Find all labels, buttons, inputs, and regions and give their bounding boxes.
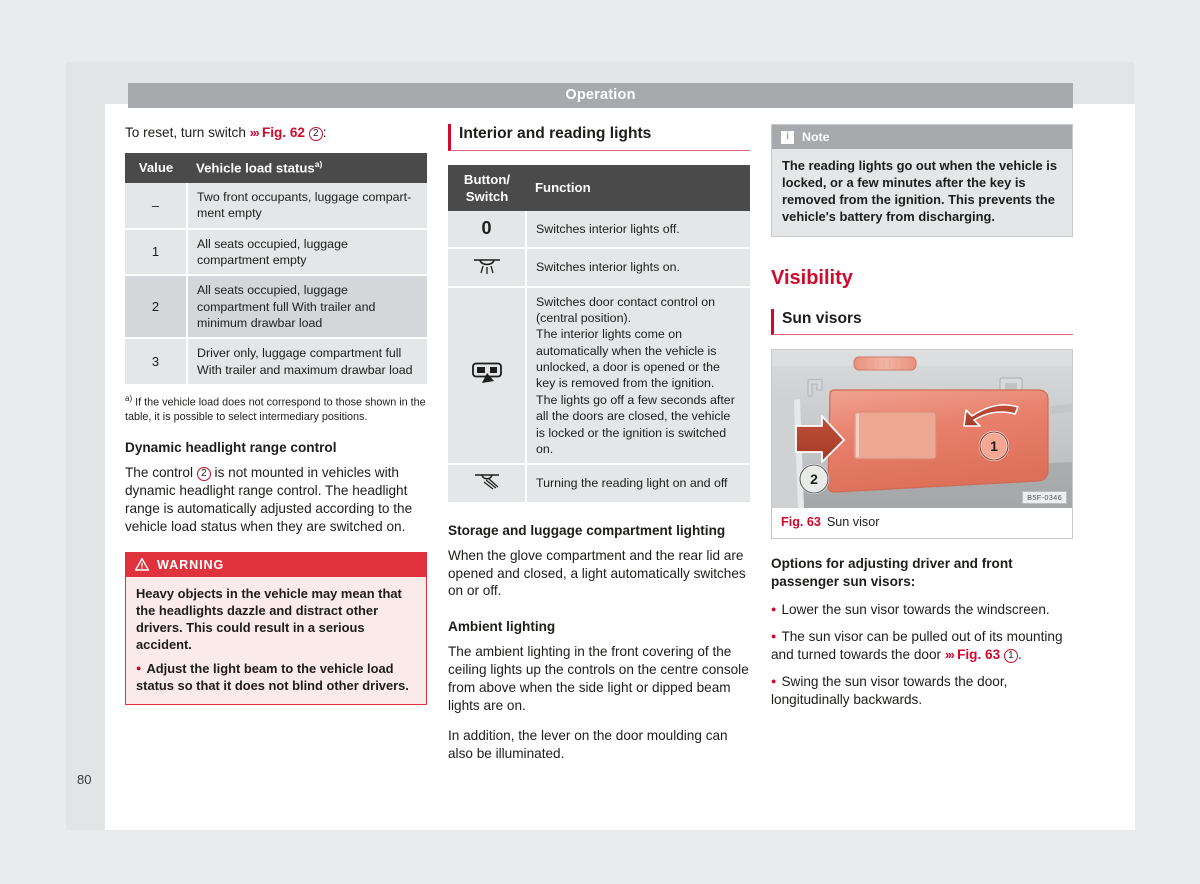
figure-reference-link[interactable]: Fig. 62: [262, 125, 305, 140]
note-body: The reading lights go out when the vehic…: [772, 149, 1072, 236]
subheading-ambient-lighting: Ambient lighting: [448, 619, 556, 635]
bullet-text-b: .: [1017, 646, 1022, 662]
warning-header: WARNING: [126, 552, 426, 578]
page-root: Operation 80 To reset, turn switch ››› F…: [0, 0, 1200, 884]
reading-light-icon: [474, 474, 499, 490]
interior-light-icon: [473, 259, 500, 275]
page-number: 80: [77, 772, 92, 787]
column-header-button-switch-text: Button/ Switch: [463, 171, 511, 204]
ambient-lighting-paragraph-1: The ambient lighting in the front coveri…: [448, 644, 749, 714]
column-header-button-switch: Button/ Switch: [448, 164, 526, 212]
table-row: – Two front occupants, luggage compart-m…: [125, 182, 427, 230]
section-heading-interior-lights: Interior and reading lights: [448, 124, 750, 151]
section-heading-sun-visors: Sun visors: [771, 308, 1073, 336]
column-header-load-status: Vehicle load statusa): [187, 152, 427, 183]
figure-number: Fig. 63: [781, 515, 821, 530]
column-right: i Note The reading lights go out when th…: [771, 124, 1073, 709]
figure-code-label: B5F-0346: [1022, 490, 1067, 505]
svg-text:2: 2: [810, 471, 818, 487]
cell-function: Switches interior lights on.: [526, 248, 750, 288]
cell-value: 3: [125, 338, 188, 387]
table-row: 3 Driver only, luggage compartment full …: [125, 338, 427, 387]
chapter-heading-visibility: Visibility: [771, 266, 853, 289]
note-title: Note: [802, 130, 830, 144]
interior-lights-table-body: 0 Switches interior lights off. Switches…: [448, 211, 750, 504]
footnote-marker-a: a): [314, 158, 323, 169]
cell-function: Turning the reading light on and off: [526, 464, 750, 504]
warning-bullet: Adjust the light beam to the vehicle loa…: [136, 660, 416, 694]
table-row: Turning the reading light on and off: [448, 464, 750, 504]
warning-text: Heavy objects in the vehicle may mean th…: [136, 586, 402, 653]
warning-triangle-icon: [135, 558, 149, 572]
figure-sun-visor: 1 2 B5F-0346 Fig. 63 Sun visor: [771, 349, 1073, 540]
zero-position-icon: 0: [481, 218, 492, 239]
vehicle-load-table-body: – Two front occupants, luggage compart-m…: [125, 182, 427, 387]
bullet-item: The sun visor can be pulled out of its m…: [771, 628, 1073, 664]
interior-lights-table: Button/ Switch Function 0 Switches inter…: [448, 164, 750, 504]
svg-text:1: 1: [990, 438, 998, 454]
cross-reference-chevron-icon: ›››: [249, 125, 260, 140]
options-heading: Options for adjusting driver and front p…: [771, 556, 1013, 590]
storage-lighting-paragraph: When the glove compartment and the rear …: [448, 547, 746, 599]
bullet-item: Lower the sun visor towards the windscre…: [771, 601, 1073, 619]
table-row: 0 Switches interior lights off.: [448, 211, 750, 250]
ambient-lighting-paragraph-2: In addition, the lever on the door mould…: [448, 728, 728, 762]
dynamic-para-part-a: The control: [125, 464, 197, 480]
figure-caption: Fig. 63 Sun visor: [772, 508, 1072, 539]
cell-status: Two front occupants, luggage compart-men…: [187, 182, 427, 230]
footnote-text: If the vehicle load does not correspond …: [125, 396, 426, 424]
cell-button-icon: [448, 248, 527, 288]
callout-badge-2: 2: [308, 127, 323, 141]
info-icon: i: [781, 130, 794, 144]
note-header: i Note: [772, 125, 1072, 150]
table-row: 2 All seats occupied, luggage compartmen…: [125, 275, 427, 340]
subheading-dynamic-headlight: Dynamic headlight range control: [125, 439, 337, 455]
running-header: Operation: [128, 83, 1073, 108]
table-header-row: Value Vehicle load statusa): [125, 152, 427, 183]
column-header-load-status-text: Vehicle load status: [196, 160, 315, 176]
vehicle-load-table: Value Vehicle load statusa) – Two front …: [125, 152, 427, 387]
figure-caption-text: Sun visor: [826, 515, 880, 530]
dynamic-headlight-paragraph: The control 2 is not mounted in vehicles…: [125, 464, 427, 536]
warning-title: WARNING: [157, 557, 225, 572]
callout-badge-1: 1: [1003, 648, 1018, 663]
warning-box: WARNING Heavy objects in the vehicle may…: [125, 551, 427, 706]
figure-reference-link[interactable]: Fig. 63: [957, 647, 1000, 662]
note-box: i Note The reading lights go out when th…: [771, 124, 1073, 237]
table-row: 1 All seats occupied, luggage compartmen…: [125, 228, 427, 277]
column-middle: Interior and reading lights Button/ Swit…: [448, 124, 750, 772]
cell-value: –: [125, 182, 188, 230]
reset-instruction: To reset, turn switch ››› Fig. 62 2:: [125, 124, 427, 142]
column-header-value: Value: [125, 152, 187, 183]
warning-body: Heavy objects in the vehicle may mean th…: [126, 577, 426, 704]
column-left: To reset, turn switch ››› Fig. 62 2: Val…: [125, 124, 427, 706]
running-header-label: Operation: [565, 86, 636, 103]
cell-button-icon: [448, 464, 527, 504]
sun-visor-illustration: 1 2 B5F-0346: [772, 350, 1072, 509]
column-header-function: Function: [526, 164, 750, 212]
reset-instruction-suffix: :: [322, 125, 327, 140]
callout-badge-2: 2: [196, 466, 211, 481]
sun-visor-bullets: Lower the sun visor towards the windscre…: [771, 601, 1073, 709]
door-contact-control-icon: [471, 362, 502, 384]
bullet-item: Swing the sun visor towards the door, lo…: [771, 673, 1073, 709]
sun-visor-drawing: 1 2: [772, 350, 1072, 509]
reset-instruction-prefix: To reset, turn switch: [125, 125, 250, 140]
cell-value: 1: [125, 228, 188, 277]
table-row: Switches interior lights on.: [448, 248, 750, 288]
footnote-marker: a): [125, 394, 133, 404]
table-row: Switches door contact control on (centra…: [448, 286, 750, 466]
table-header-row: Button/ Switch Function: [448, 164, 750, 212]
table-footnote: a) If the vehicle load does not correspo…: [125, 394, 427, 425]
cell-button-icon: 0: [448, 211, 527, 250]
cell-button-icon: [448, 286, 527, 466]
cell-value: 2: [125, 275, 188, 340]
cell-function: Switches door contact control on (centra…: [526, 286, 750, 466]
cell-status: All seats occupied, luggage compartment …: [187, 275, 427, 340]
subheading-storage-lighting: Storage and luggage compartment lighting: [448, 522, 726, 538]
cell-status: Driver only, luggage compartment full Wi…: [187, 338, 427, 387]
cell-status: All seats occupied, luggage compartment …: [187, 228, 427, 277]
cell-function: Switches interior lights off.: [526, 211, 750, 250]
cross-reference-chevron-icon: ›››: [944, 646, 955, 662]
